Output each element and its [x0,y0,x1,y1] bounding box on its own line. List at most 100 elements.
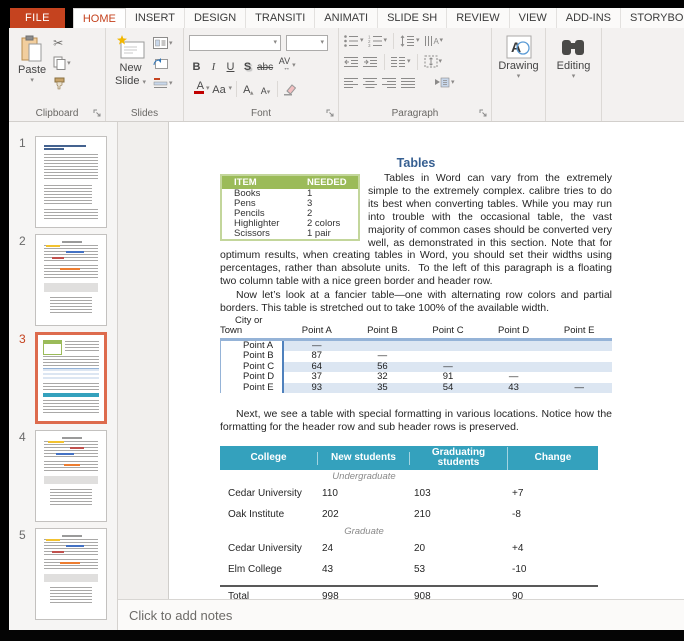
align-text-button[interactable]: ▾ [424,54,443,69]
cell: 43 [481,383,547,394]
ribbon-tab-bar: FILE HOME INSERT DESIGN TRANSITI ANIMATI… [0,0,684,28]
tab-add-ins[interactable]: ADD-INS [557,8,621,28]
tab-home[interactable]: HOME [73,8,126,28]
text-direction-dropdown-arrow[interactable]: ▾ [440,37,444,44]
tab-transitions[interactable]: TRANSITI [246,8,315,28]
change-case-dropdown-arrow[interactable]: ▾ [229,85,233,92]
line-spacing-dropdown-arrow[interactable]: ▾ [416,37,420,44]
clipboard-dialog-launcher[interactable] [93,109,102,118]
drawing-dropdown-arrow[interactable]: ▾ [517,73,521,80]
new-slide-label-1: New [120,62,142,74]
clipboard-paste-icon [20,35,44,63]
paste-dropdown-arrow[interactable]: ▾ [30,77,34,84]
paste-button[interactable]: Paste ▾ [14,33,50,105]
reset-slide-icon [153,57,168,70]
format-painter-icon [53,77,66,90]
paragraph-dialog-launcher[interactable] [479,109,488,118]
copy-dropdown-arrow[interactable]: ▾ [67,60,71,67]
matrix-table: City or Town Point A Point B Point C Poi… [220,316,612,394]
slide-canvas[interactable]: Tables ITEM NEEDED Books 1 Pens 3 Pencil… [169,122,684,599]
status-bar [0,630,684,641]
item-table: ITEM NEEDED Books 1 Pens 3 Pencils 2 Hig… [220,174,360,241]
tab-insert[interactable]: INSERT [126,8,185,28]
tab-slide-show[interactable]: SLIDE SH [378,8,447,28]
grow-font-button[interactable]: A▾ [241,80,256,97]
italic-button[interactable]: I [206,57,221,74]
tab-review[interactable]: REVIEW [447,8,509,28]
clear-formatting-button[interactable] [282,80,297,97]
tab-file[interactable]: FILE [10,8,65,28]
reset-slide-button[interactable] [153,55,173,71]
tab-design[interactable]: DESIGN [185,8,246,28]
smartart-dropdown-arrow[interactable]: ▾ [451,79,455,86]
cut-button[interactable]: ✂ [53,35,71,51]
slide-thumbnail-4[interactable]: 4 [9,430,117,522]
format-painter-button[interactable] [53,75,71,91]
new-slide-button[interactable]: New Slide ▾ [111,33,150,105]
notes-pane[interactable]: Click to add notes [118,599,684,630]
font-size-combo[interactable]: ▾ [286,35,328,51]
editing-dropdown-arrow[interactable]: ▾ [572,73,576,80]
thumbnail-preview [35,234,107,326]
drawing-button[interactable]: A Drawing ▾ [494,33,542,105]
character-spacing-dropdown-arrow[interactable]: ▾ [292,62,296,69]
layout-icon [153,37,168,49]
section-button[interactable]: ▾ [153,75,173,91]
tabs-strip: HOME INSERT DESIGN TRANSITI ANIMATI SLID… [73,8,684,28]
column-header: Point B [350,326,416,337]
align-center-icon [363,77,378,89]
layout-button[interactable]: ▾ [153,35,173,51]
font-dialog-launcher[interactable] [326,109,335,118]
numbering-button[interactable]: 123 ▾ [368,33,388,48]
character-spacing-button[interactable]: AV↔ [275,57,290,74]
convert-to-smartart-button[interactable]: ▾ [434,75,455,90]
underline-button[interactable]: U [223,57,238,74]
bullets-dropdown-arrow[interactable]: ▾ [360,37,364,44]
font-name-combo[interactable]: ▾ [189,35,281,51]
slide-heading: Tables [220,156,612,170]
slide-thumbnail-2[interactable]: 2 [9,234,117,326]
strikethrough-button[interactable]: abc [257,57,273,74]
column-header: ITEM [222,176,295,189]
layout-dropdown-arrow[interactable]: ▾ [169,40,173,47]
cell: Total [220,591,318,599]
justify-button[interactable] [401,75,416,90]
font-color-button[interactable]: A [189,80,204,97]
slide-thumbnail-5[interactable]: 5 [9,528,117,620]
shrink-font-button[interactable]: A▾ [258,80,273,97]
decrease-indent-button[interactable] [344,54,359,69]
align-right-button[interactable] [382,75,397,90]
columns-dropdown-arrow[interactable]: ▾ [407,58,411,65]
section-dropdown-arrow[interactable]: ▾ [169,80,173,87]
align-left-button[interactable] [344,75,359,90]
align-text-dropdown-arrow[interactable]: ▾ [439,58,443,65]
table-row: Oak Institute 202 210 -8 [220,504,598,525]
font-name-dropdown-arrow[interactable]: ▾ [273,39,277,46]
change-case-button[interactable]: Aa [212,80,227,97]
text-direction-button[interactable]: A ▾ [424,33,444,48]
line-spacing-button[interactable]: ▾ [400,33,420,48]
college-table: College New students Graduating students… [220,446,598,599]
slide-thumbnail-1[interactable]: 1 [9,136,117,228]
tab-animations[interactable]: ANIMATI [315,8,378,28]
font-color-dropdown-arrow[interactable]: ▾ [206,85,210,92]
columns-button[interactable]: ▾ [391,54,411,69]
cell: — [546,383,612,394]
text-shadow-button[interactable]: S [240,57,255,74]
table-row: Books 1 [222,189,358,199]
numbering-dropdown-arrow[interactable]: ▾ [384,37,388,44]
editing-button[interactable]: Editing ▾ [553,33,595,105]
bullets-button[interactable]: ▾ [344,33,364,48]
copy-button[interactable]: ▾ [53,55,71,71]
increase-indent-icon [363,56,378,68]
drawing-label: Drawing [498,60,538,72]
increase-indent-button[interactable] [363,54,378,69]
slide-thumbnail-3-selected[interactable]: 3 [9,332,117,424]
tab-storyboarding[interactable]: STORYBO [621,8,684,28]
bold-button[interactable]: B [189,57,204,74]
align-center-button[interactable] [363,75,378,90]
matrix-table-header: City or Town Point A Point B Point C Poi… [220,316,612,341]
align-left-icon [344,77,359,89]
tab-view[interactable]: VIEW [510,8,557,28]
font-size-dropdown-arrow[interactable]: ▾ [320,39,324,46]
